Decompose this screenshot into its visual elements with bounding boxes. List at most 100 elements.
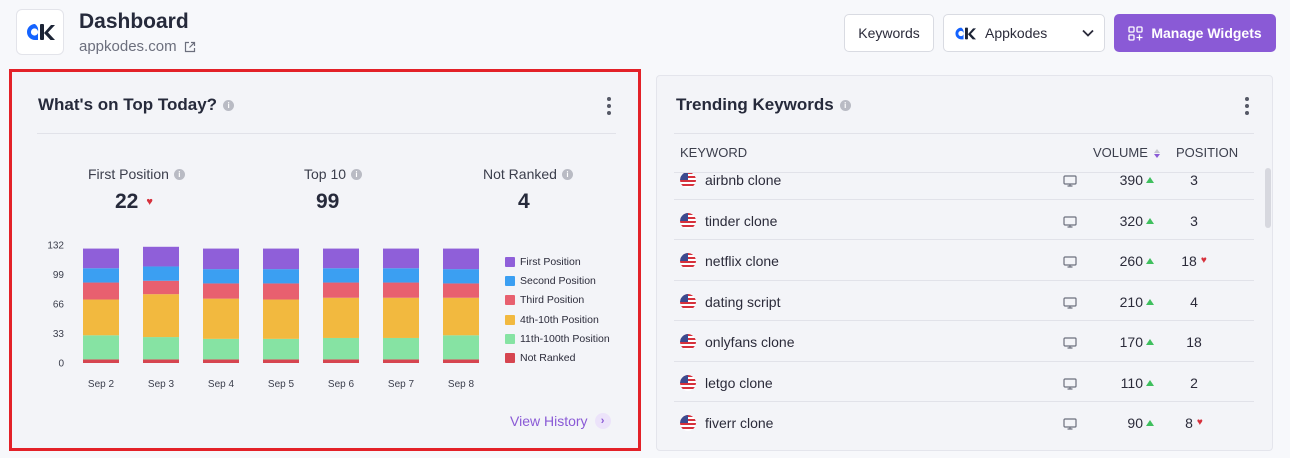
volume-cell: 90 bbox=[1094, 415, 1154, 431]
site-domain[interactable]: appkodes.com bbox=[79, 38, 196, 55]
legend-item[interactable]: 11th-100th Position bbox=[505, 329, 610, 348]
desktop-icon bbox=[1063, 174, 1077, 192]
bar-segment[interactable] bbox=[263, 283, 299, 300]
x-tick-label: Sep 5 bbox=[268, 379, 295, 390]
manage-widgets-button[interactable]: Manage Widgets bbox=[1114, 14, 1276, 52]
bar-segment[interactable] bbox=[83, 299, 119, 336]
project-select[interactable]: Appkodes bbox=[943, 14, 1105, 52]
bar-segment[interactable] bbox=[323, 337, 359, 360]
desktop-icon bbox=[1063, 215, 1077, 233]
view-history-label[interactable]: View History bbox=[510, 413, 588, 429]
trending-title: Trending Keywords i bbox=[676, 95, 851, 115]
bar-segment[interactable] bbox=[443, 297, 479, 336]
keyword-cell[interactable]: letgo clone bbox=[705, 375, 773, 391]
info-icon[interactable]: i bbox=[839, 99, 851, 111]
table-row[interactable]: dating script 210 4 bbox=[674, 281, 1254, 321]
bar-segment[interactable] bbox=[383, 282, 419, 298]
bar-segment[interactable] bbox=[443, 359, 479, 363]
bar-segment[interactable] bbox=[383, 297, 419, 338]
bar-segment[interactable] bbox=[143, 337, 179, 360]
bar-segment[interactable] bbox=[323, 248, 359, 269]
y-tick-label: 0 bbox=[58, 359, 64, 370]
legend-item[interactable]: 4th-10th Position bbox=[505, 310, 610, 329]
table-row[interactable]: tinder clone 320 3 bbox=[674, 200, 1254, 240]
legend-item[interactable]: First Position bbox=[505, 252, 610, 271]
info-icon[interactable]: i bbox=[223, 99, 235, 111]
legend-item[interactable]: Not Ranked bbox=[505, 348, 610, 367]
top-today-menu-icon[interactable] bbox=[606, 97, 612, 115]
bar-segment[interactable] bbox=[443, 269, 479, 284]
stat-label-text: Top 10 bbox=[304, 166, 347, 182]
keyword-cell[interactable]: fiverr clone bbox=[705, 415, 773, 431]
info-icon[interactable]: i bbox=[351, 168, 363, 180]
chart-legend: First Position Second Position Third Posit… bbox=[505, 252, 610, 368]
bar-segment[interactable] bbox=[143, 246, 179, 267]
table-row[interactable]: airbnb clone 390 3 bbox=[674, 173, 1254, 200]
bar-segment[interactable] bbox=[203, 248, 239, 270]
bar-segment[interactable] bbox=[143, 280, 179, 295]
bar-segment[interactable] bbox=[263, 359, 299, 363]
bar-segment[interactable] bbox=[143, 359, 179, 363]
table-row[interactable]: netflix clone 260 18 ♥ bbox=[674, 240, 1254, 281]
bar-segment[interactable] bbox=[383, 337, 419, 360]
domain-text[interactable]: appkodes.com bbox=[79, 38, 177, 55]
bar-segment[interactable] bbox=[143, 266, 179, 281]
bar-segment[interactable] bbox=[383, 359, 419, 363]
bar-segment[interactable] bbox=[143, 294, 179, 338]
view-history-link[interactable]: View History › bbox=[510, 413, 611, 429]
info-icon[interactable]: i bbox=[561, 168, 573, 180]
bar-segment[interactable] bbox=[83, 282, 119, 300]
table-row[interactable]: onlyfans clone 170 18 bbox=[674, 321, 1254, 362]
keyword-cell[interactable]: tinder clone bbox=[705, 213, 777, 229]
trend-up-icon bbox=[1146, 339, 1154, 345]
us-flag-icon bbox=[680, 334, 696, 350]
info-icon[interactable]: i bbox=[173, 168, 185, 180]
bar-segment[interactable] bbox=[203, 283, 239, 299]
bar-segment[interactable] bbox=[203, 338, 239, 360]
table-row[interactable]: fiverr clone 90 8 ♥ bbox=[674, 402, 1254, 440]
bar-segment[interactable] bbox=[323, 297, 359, 338]
bar-segment[interactable] bbox=[443, 283, 479, 298]
column-header-volume-text[interactable]: VOLUME bbox=[1093, 145, 1148, 160]
external-link-icon[interactable] bbox=[184, 41, 196, 53]
legend-item[interactable]: Second Position bbox=[505, 271, 610, 290]
keyword-cell[interactable]: onlyfans clone bbox=[705, 334, 795, 350]
scrollbar[interactable] bbox=[1265, 168, 1271, 228]
table-row[interactable]: letgo clone 110 2 bbox=[674, 362, 1254, 402]
bar-segment[interactable] bbox=[83, 248, 119, 269]
bar-segment[interactable] bbox=[83, 268, 119, 283]
bar-segment[interactable] bbox=[263, 248, 299, 270]
card-divider bbox=[674, 133, 1254, 134]
bar-segment[interactable] bbox=[203, 298, 239, 339]
keyword-cell[interactable]: airbnb clone bbox=[705, 173, 781, 188]
trend-up-icon bbox=[1146, 258, 1154, 264]
app-logo bbox=[16, 9, 64, 55]
bar-segment[interactable] bbox=[443, 248, 479, 270]
trending-menu-icon[interactable] bbox=[1244, 97, 1250, 115]
position-value: 8 bbox=[1185, 415, 1193, 431]
bar-segment[interactable] bbox=[263, 338, 299, 360]
position-value: 18 bbox=[1181, 253, 1197, 269]
bar-segment[interactable] bbox=[83, 359, 119, 363]
top-today-title-text: What's on Top Today? bbox=[38, 95, 218, 114]
bar-segment[interactable] bbox=[83, 335, 119, 360]
bar-segment[interactable] bbox=[383, 268, 419, 283]
keyword-cell[interactable]: netflix clone bbox=[705, 253, 779, 269]
bar-segment[interactable] bbox=[383, 248, 419, 269]
trend-up-icon bbox=[1146, 217, 1154, 224]
sort-icon[interactable] bbox=[1153, 149, 1160, 159]
keyword-cell[interactable]: dating script bbox=[705, 294, 780, 310]
bar-segment[interactable] bbox=[443, 335, 479, 360]
bar-segment[interactable] bbox=[203, 269, 239, 284]
keywords-button[interactable]: Keywords bbox=[844, 14, 934, 52]
bar-segment[interactable] bbox=[263, 299, 299, 339]
volume-cell: 210 bbox=[1094, 294, 1154, 310]
bar-segment[interactable] bbox=[203, 359, 239, 363]
bar-segment[interactable] bbox=[323, 282, 359, 298]
bar-segment[interactable] bbox=[263, 269, 299, 284]
bar-segment[interactable] bbox=[323, 268, 359, 283]
legend-item[interactable]: Third Position bbox=[505, 291, 610, 310]
chevron-right-icon[interactable]: › bbox=[594, 413, 611, 429]
bar-segment[interactable] bbox=[323, 359, 359, 363]
column-header-volume[interactable]: VOLUME bbox=[1093, 145, 1160, 160]
